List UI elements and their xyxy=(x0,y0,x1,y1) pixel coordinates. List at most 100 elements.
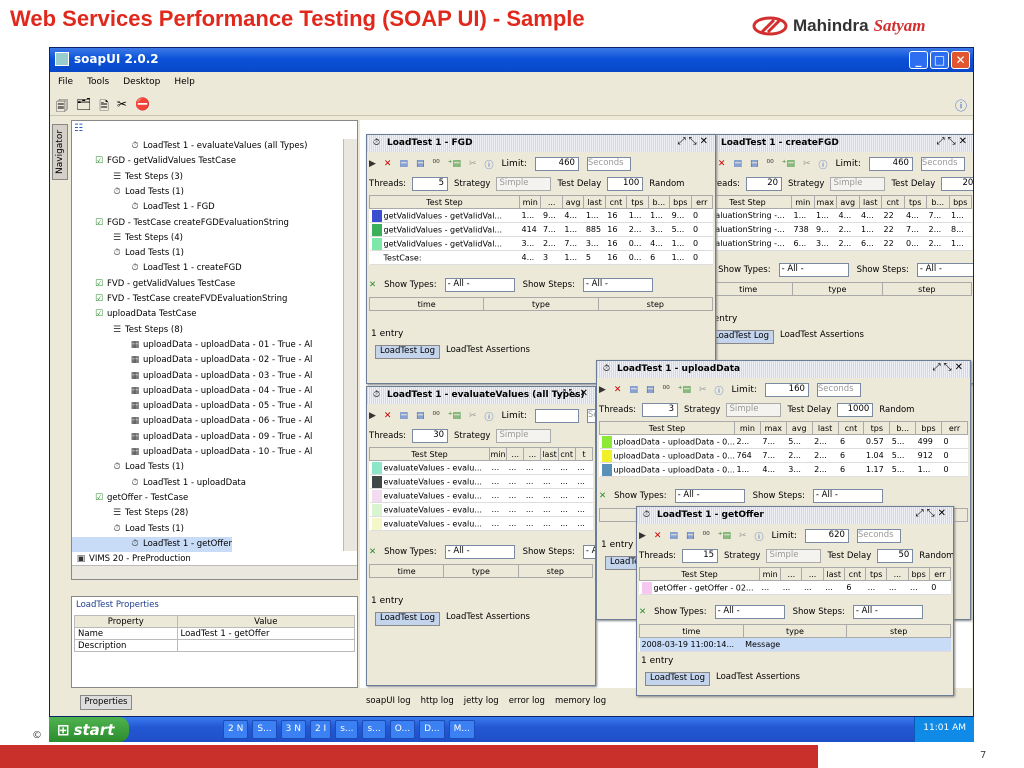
limit-type-select[interactable]: Seconds xyxy=(586,409,595,423)
help-icon[interactable]: ⓘ xyxy=(485,410,494,423)
clear-log-icon[interactable]: ✕ xyxy=(599,491,606,501)
run-icon[interactable]: ▶ xyxy=(369,411,376,421)
tree-item[interactable]: ▦ uploadData - uploadData - 05 - True - A… xyxy=(72,399,313,414)
tree-item[interactable]: ☑ FVD - TestCase createFVDEvaluationStrin… xyxy=(72,292,287,307)
table-row[interactable]: getOffer - getOffer - 02............... 6… xyxy=(639,580,951,595)
menu-help[interactable]: Help xyxy=(174,77,195,89)
col-header[interactable]: cnt xyxy=(837,421,865,435)
show-types-select[interactable]: - All - xyxy=(444,545,515,559)
graph-icon[interactable]: ▤ xyxy=(733,159,742,169)
col-header[interactable]: Test Step xyxy=(369,447,490,461)
col-header[interactable]: ... xyxy=(540,195,563,209)
tab-soapui-log[interactable]: soapUI log xyxy=(366,696,411,708)
col-header[interactable]: t xyxy=(574,447,594,461)
collapse-all-icon[interactable]: ☷ xyxy=(74,123,83,134)
window-title-fgd[interactable]: LoadTest 1 - FGD xyxy=(367,135,715,152)
log-col-header[interactable]: type xyxy=(443,564,519,578)
taskbar-item[interactable]: O... xyxy=(389,720,416,739)
col-header[interactable]: min xyxy=(758,567,782,581)
col-header[interactable]: Test Step xyxy=(599,421,735,435)
col-header[interactable]: min xyxy=(791,195,815,209)
window-title-createfgd[interactable]: LoadTest 1 - createFGD xyxy=(701,135,973,152)
tree-item[interactable]: ☰ Test Steps (3) xyxy=(72,170,183,185)
tree-item[interactable]: ▦ uploadData - uploadData - 09 - True - A… xyxy=(72,430,313,445)
import-icon[interactable]: 🗂 xyxy=(76,97,91,112)
log-row[interactable]: 2008-03-19 11:00:14... Message xyxy=(639,637,951,652)
tree-item[interactable]: ⏱ Load Tests (1) xyxy=(72,246,184,261)
start-button[interactable]: ⊞ start xyxy=(49,717,129,742)
tab-error-log[interactable]: error log xyxy=(509,696,545,708)
col-header[interactable]: last xyxy=(858,195,882,209)
show-types-select[interactable]: - All - xyxy=(778,263,849,277)
col-header[interactable]: tps xyxy=(626,195,649,209)
save-all-icon[interactable]: 🗎 xyxy=(99,97,109,113)
run-icon[interactable]: ▶ xyxy=(599,385,606,395)
show-steps-select[interactable]: - All - xyxy=(852,605,923,619)
log-col-header[interactable]: type xyxy=(483,297,599,311)
tree-item[interactable]: ⏱ LoadTest 1 - getOffer xyxy=(72,536,232,553)
show-steps-select[interactable]: - All - xyxy=(582,545,595,559)
strategy-select[interactable]: Simple xyxy=(496,429,552,443)
threads-input[interactable]: 5 xyxy=(412,177,449,191)
table-row[interactable]: getValidValues - getValidVal... 1... 9... 4… xyxy=(369,208,713,223)
tree-item[interactable]: ⏱ Load Tests (1) xyxy=(72,460,184,475)
table-row[interactable]: EvaluationString -... 738 9... 2... 1... 22 7.… xyxy=(703,222,972,237)
tab-loadtest-log[interactable]: LoadTest Log xyxy=(375,612,441,626)
col-header[interactable]: ... xyxy=(506,447,525,461)
limit-type-select[interactable]: Seconds xyxy=(920,157,965,171)
col-header[interactable]: min xyxy=(488,447,508,461)
col-header[interactable]: last xyxy=(540,447,559,461)
table-row[interactable]: evaluateValues - evalu..................… xyxy=(369,502,593,517)
col-header[interactable]: b... xyxy=(889,421,917,435)
col-header[interactable]: err xyxy=(928,567,952,581)
limit-input[interactable] xyxy=(534,409,579,423)
col-header[interactable]: min xyxy=(734,421,761,435)
col-header[interactable]: b... xyxy=(647,195,671,209)
window-controls[interactable]: ⤢⤡✕ xyxy=(933,362,966,373)
table-row[interactable]: EvaluationString -... 6... 3... 2... 6... 22 0… xyxy=(703,236,972,251)
taskbar-item[interactable]: 2 I xyxy=(309,720,332,739)
window-controls[interactable]: ⤢⤡✕ xyxy=(678,136,711,147)
properties-tab[interactable]: Properties xyxy=(80,695,132,710)
col-header[interactable]: tps xyxy=(863,421,891,435)
tree-item[interactable]: ▦ uploadData - uploadData - 01 - True - A… xyxy=(72,338,313,353)
col-header[interactable]: avg xyxy=(836,195,860,209)
taskbar-item[interactable]: 3 N xyxy=(280,720,306,739)
options-icon[interactable]: ⁰⁰ xyxy=(433,159,440,169)
tab-loadtest-log[interactable]: LoadTest Log xyxy=(709,330,775,344)
stats-icon[interactable]: ▤ xyxy=(750,159,759,169)
test-delay-input[interactable]: 20 xyxy=(941,177,973,191)
table-row[interactable]: getValidValues - getValidVal... 3... 2... 7… xyxy=(369,236,713,251)
tree-item[interactable]: ⏱ LoadTest 1 - evaluateValues (all Types) xyxy=(72,139,307,154)
taskbar-item[interactable]: M... xyxy=(448,720,475,739)
new-project-icon[interactable]: 🗐 xyxy=(56,97,68,113)
taskbar-item[interactable]: 2 N xyxy=(223,720,249,739)
tab-loadtest-assertions[interactable]: LoadTest Assertions xyxy=(446,612,530,626)
graph-icon[interactable]: ▤ xyxy=(399,411,408,421)
tree-item[interactable]: ☑ FGD - getValidValues TestCase xyxy=(72,154,236,169)
table-row[interactable]: uploadData - uploadData - 0... 1... 4... 3.… xyxy=(599,462,968,477)
add-assertion-icon[interactable]: ⁺▤ xyxy=(678,385,691,395)
col-header[interactable]: last xyxy=(583,195,606,209)
test-delay-input[interactable]: 1000 xyxy=(837,403,874,417)
add-assertion-icon[interactable]: ⁺▤ xyxy=(718,531,731,541)
log-col-header[interactable]: type xyxy=(742,624,848,638)
window-titlebar[interactable]: soapUI 2.0.2 xyxy=(50,48,973,72)
add-assertion-icon[interactable]: ⁺▤ xyxy=(448,411,461,421)
tree-item[interactable]: ⏱ LoadTest 1 - FGD xyxy=(72,200,214,215)
tree-item[interactable]: ▦ uploadData - uploadData - 10 - True - A… xyxy=(72,445,313,460)
graph-icon[interactable]: ▤ xyxy=(629,385,638,395)
log-col-header[interactable]: step xyxy=(881,282,973,296)
tools-icon[interactable]: ✂ xyxy=(469,159,477,169)
log-col-header[interactable]: time xyxy=(702,282,794,296)
test-delay-input[interactable]: 50 xyxy=(877,549,914,563)
col-header[interactable]: bps xyxy=(915,421,942,435)
tree-item[interactable]: ☑ uploadData TestCase xyxy=(72,307,197,322)
col-header[interactable]: ... xyxy=(886,567,909,581)
col-header[interactable]: bps xyxy=(669,195,692,209)
add-assertion-icon[interactable]: ⁺▤ xyxy=(448,159,461,169)
menu-tools[interactable]: Tools xyxy=(87,77,109,89)
show-types-select[interactable]: - All - xyxy=(714,605,785,619)
threads-input[interactable]: 15 xyxy=(682,549,719,563)
col-header[interactable]: Test Step xyxy=(639,567,760,581)
